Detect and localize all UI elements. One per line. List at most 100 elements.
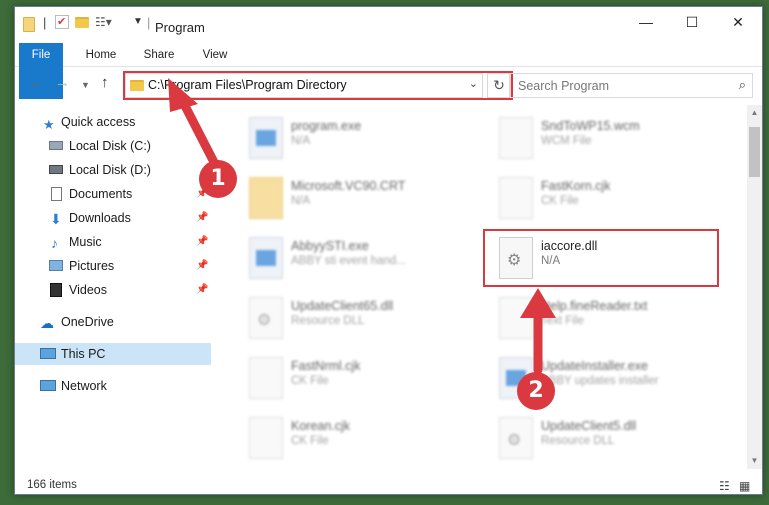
nav-item-videos[interactable]: Videos 📌 — [15, 279, 211, 301]
file-list: program.exe N/A Microsoft.VC90.CRT N/A A… — [225, 105, 745, 469]
maximize-button[interactable]: ☐ — [669, 7, 715, 37]
file-item[interactable]: program.exe N/A — [239, 111, 469, 167]
customize-qa-icon[interactable]: ☷▾ — [95, 15, 112, 29]
pin-icon[interactable]: 📌 — [196, 231, 208, 253]
file-item[interactable]: Help.fineReader.txt Text File — [489, 291, 719, 347]
up-arrow-icon[interactable]: ↑ — [101, 74, 109, 91]
app-icon — [249, 117, 283, 159]
downloads-icon: ⬇ — [50, 211, 62, 227]
app-icon — [249, 237, 283, 279]
file-name: SndToWP15.wcm — [541, 119, 640, 133]
nav-label: Music — [69, 235, 102, 249]
pictures-icon — [49, 260, 63, 271]
details-view-icon[interactable]: ☷ — [719, 479, 730, 493]
close-button[interactable]: ✕ — [715, 7, 761, 37]
drive-icon — [49, 141, 63, 150]
scroll-down-icon[interactable]: ▼ — [747, 453, 762, 469]
nav-item-downloads[interactable]: ⬇ Downloads 📌 — [15, 207, 211, 229]
search-box[interactable]: Search Program ⌕ — [509, 73, 753, 98]
cloud-icon: ☁ — [40, 315, 54, 331]
navigation-pane: ★ Quick access Local Disk (C:) Local Dis… — [15, 107, 211, 469]
search-placeholder: Search Program — [518, 79, 610, 93]
pin-icon[interactable]: 📌 — [196, 207, 208, 229]
file-type: CK File — [291, 435, 329, 447]
status-item-count: 166 items — [27, 479, 77, 491]
file-item[interactable]: SndToWP15.wcm WCM File — [489, 111, 719, 167]
address-highlight-box — [123, 71, 513, 100]
tab-home[interactable]: Home — [81, 43, 121, 67]
nav-item-local-disk-d[interactable]: Local Disk (D:) — [15, 159, 211, 181]
file-type: WCM File — [541, 135, 592, 147]
file-name: program.exe — [291, 119, 362, 133]
nav-item-music[interactable]: ♪ Music 📌 — [15, 231, 211, 253]
vertical-scrollbar[interactable]: ▲ ▼ — [747, 105, 762, 469]
file-item[interactable]: FastNrml.cjk CK File — [239, 351, 469, 407]
back-arrow-icon[interactable]: ← — [29, 74, 44, 91]
file-icon — [499, 177, 533, 219]
file-type: Text File — [541, 315, 584, 327]
step-1-badge: 1 — [199, 160, 237, 198]
file-type: N/A — [291, 135, 311, 147]
file-icon — [499, 117, 533, 159]
file-type: Resource DLL — [291, 315, 365, 327]
tab-share[interactable]: Share — [139, 43, 179, 67]
file-name: UpdateClient5.dll — [541, 419, 637, 433]
nav-label: Quick access — [61, 115, 136, 129]
nav-item-pictures[interactable]: Pictures 📌 — [15, 255, 211, 277]
file-highlight-box — [483, 229, 719, 287]
pin-icon[interactable]: 📌 — [196, 279, 208, 301]
file-item[interactable]: FastKorn.cjk CK File — [489, 171, 719, 227]
separator-icon: | — [43, 15, 47, 30]
new-folder-icon[interactable] — [75, 17, 89, 28]
network-icon — [40, 380, 56, 391]
file-name: Microsoft.VC90.CRT — [291, 179, 406, 193]
nav-item-documents[interactable]: Documents 📌 — [15, 183, 211, 205]
large-icons-view-icon[interactable]: ▦ — [739, 479, 750, 493]
recent-chevron-icon[interactable]: ▼ — [81, 80, 90, 90]
nav-onedrive[interactable]: ☁ OneDrive — [15, 311, 211, 333]
nav-network[interactable]: Network — [15, 375, 211, 397]
folder-icon — [23, 17, 35, 32]
title-separator-icon: | — [147, 15, 151, 30]
nav-this-pc[interactable]: This PC — [15, 343, 211, 365]
nav-quick-access[interactable]: ★ Quick access — [15, 111, 211, 133]
nav-item-local-disk-c[interactable]: Local Disk (C:) — [15, 135, 211, 157]
file-item[interactable]: Korean.cjk CK File — [239, 411, 469, 467]
folder-icon — [249, 177, 283, 219]
nav-label: Downloads — [69, 211, 131, 225]
file-name: AbbyySTI.exe — [291, 239, 369, 253]
minimize-button[interactable]: — — [623, 7, 669, 37]
dll-icon — [499, 417, 533, 459]
star-icon: ★ — [43, 117, 55, 132]
forward-arrow-icon[interactable]: → — [55, 74, 70, 91]
nav-label: Pictures — [69, 259, 115, 273]
file-item[interactable]: UpdateClient5.dll Resource DLL — [489, 411, 719, 467]
videos-icon — [50, 283, 62, 297]
file-type: ABBY updates installer — [541, 375, 659, 387]
file-icon — [499, 297, 533, 339]
file-item[interactable]: UpdateClient65.dll Resource DLL — [239, 291, 469, 347]
scroll-up-icon[interactable]: ▲ — [747, 105, 762, 121]
file-type: CK File — [291, 375, 329, 387]
file-icon — [249, 357, 283, 399]
file-type: CK File — [541, 195, 579, 207]
dll-icon — [249, 297, 283, 339]
file-icon — [249, 417, 283, 459]
nav-label: Network — [61, 379, 107, 393]
scrollbar-thumb[interactable] — [749, 127, 760, 177]
pin-icon[interactable]: 📌 — [196, 255, 208, 277]
file-name: UpdateInstaller.exe — [541, 359, 649, 373]
drive-icon — [49, 165, 63, 174]
documents-icon — [51, 187, 62, 201]
nav-label: This PC — [61, 347, 106, 361]
file-item[interactable]: AbbyySTI.exe ABBY sti event hand... — [239, 231, 469, 287]
search-icon[interactable]: ⌕ — [739, 77, 746, 93]
ribbon-tabs: File Home Share View — [15, 43, 762, 99]
file-type: ABBY sti event hand... — [291, 255, 406, 267]
tab-view[interactable]: View — [197, 43, 233, 67]
music-icon: ♪ — [51, 235, 58, 251]
properties-icon[interactable]: ✔ — [55, 15, 69, 29]
file-item[interactable]: Microsoft.VC90.CRT N/A — [239, 171, 469, 227]
chevron-down-icon[interactable]: ▼ — [133, 16, 143, 27]
title-bar: | ✔ ☷▾ ▼ | Program — ☐ ✕ — [15, 7, 762, 41]
